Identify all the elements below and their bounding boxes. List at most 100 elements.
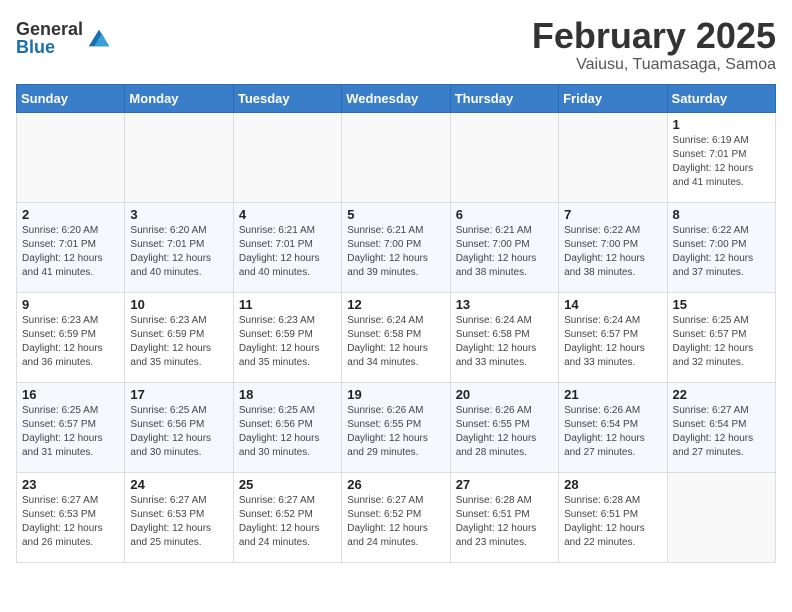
calendar-cell (17, 112, 125, 202)
day-info: Sunrise: 6:27 AM Sunset: 6:53 PM Dayligh… (130, 494, 227, 550)
calendar-cell: 4 Sunrise: 6:21 AM Sunset: 7:01 PM Daylig… (233, 202, 341, 292)
day-info: Sunrise: 6:26 AM Sunset: 6:55 PM Dayligh… (456, 404, 553, 460)
day-number: 13 (456, 297, 553, 312)
day-number: 17 (130, 387, 227, 402)
day-info: Sunrise: 6:24 AM Sunset: 6:58 PM Dayligh… (347, 314, 444, 370)
calendar-cell: 15 Sunrise: 6:25 AM Sunset: 6:57 PM Dayli… (667, 292, 775, 382)
day-info: Sunrise: 6:25 AM Sunset: 6:56 PM Dayligh… (130, 404, 227, 460)
calendar-cell: 11 Sunrise: 6:23 AM Sunset: 6:59 PM Dayli… (233, 292, 341, 382)
day-header-saturday: Saturday (667, 84, 775, 112)
day-number: 11 (239, 297, 336, 312)
day-info: Sunrise: 6:21 AM Sunset: 7:01 PM Dayligh… (239, 224, 336, 280)
day-number: 19 (347, 387, 444, 402)
day-number: 2 (22, 207, 119, 222)
day-info: Sunrise: 6:27 AM Sunset: 6:52 PM Dayligh… (239, 494, 336, 550)
logo-icon (85, 24, 113, 52)
day-info: Sunrise: 6:25 AM Sunset: 6:57 PM Dayligh… (22, 404, 119, 460)
calendar-cell: 19 Sunrise: 6:26 AM Sunset: 6:55 PM Dayli… (342, 382, 450, 472)
calendar-cell: 25 Sunrise: 6:27 AM Sunset: 6:52 PM Dayli… (233, 472, 341, 562)
calendar-cell: 28 Sunrise: 6:28 AM Sunset: 6:51 PM Dayli… (559, 472, 667, 562)
calendar-cell: 14 Sunrise: 6:24 AM Sunset: 6:57 PM Dayli… (559, 292, 667, 382)
day-info: Sunrise: 6:27 AM Sunset: 6:52 PM Dayligh… (347, 494, 444, 550)
calendar-cell: 3 Sunrise: 6:20 AM Sunset: 7:01 PM Daylig… (125, 202, 233, 292)
day-info: Sunrise: 6:20 AM Sunset: 7:01 PM Dayligh… (22, 224, 119, 280)
calendar-cell: 5 Sunrise: 6:21 AM Sunset: 7:00 PM Daylig… (342, 202, 450, 292)
day-info: Sunrise: 6:24 AM Sunset: 6:57 PM Dayligh… (564, 314, 661, 370)
day-number: 8 (673, 207, 770, 222)
calendar-cell: 21 Sunrise: 6:26 AM Sunset: 6:54 PM Dayli… (559, 382, 667, 472)
logo-general-text: General (16, 20, 83, 38)
day-number: 25 (239, 477, 336, 492)
day-number: 27 (456, 477, 553, 492)
day-number: 4 (239, 207, 336, 222)
calendar-cell: 27 Sunrise: 6:28 AM Sunset: 6:51 PM Dayli… (450, 472, 558, 562)
day-info: Sunrise: 6:27 AM Sunset: 6:53 PM Dayligh… (22, 494, 119, 550)
calendar-week-row: 23 Sunrise: 6:27 AM Sunset: 6:53 PM Dayli… (17, 472, 776, 562)
calendar-cell: 13Sunrise: 6:24 AM Sunset: 6:58 PM Dayli… (450, 292, 558, 382)
day-number: 15 (673, 297, 770, 312)
calendar-cell: 7Sunrise: 6:22 AM Sunset: 7:00 PM Daylig… (559, 202, 667, 292)
day-info: Sunrise: 6:26 AM Sunset: 6:54 PM Dayligh… (564, 404, 661, 460)
calendar-title: February 2025 (532, 16, 776, 56)
calendar-cell: 24 Sunrise: 6:27 AM Sunset: 6:53 PM Dayli… (125, 472, 233, 562)
day-number: 6 (456, 207, 553, 222)
day-number: 3 (130, 207, 227, 222)
calendar-cell (450, 112, 558, 202)
calendar-week-row: 16 Sunrise: 6:25 AM Sunset: 6:57 PM Dayli… (17, 382, 776, 472)
calendar-cell (342, 112, 450, 202)
day-number: 28 (564, 477, 661, 492)
day-number: 20 (456, 387, 553, 402)
day-header-tuesday: Tuesday (233, 84, 341, 112)
logo: General Blue (16, 20, 113, 56)
day-info: Sunrise: 6:28 AM Sunset: 6:51 PM Dayligh… (456, 494, 553, 550)
calendar-cell (667, 472, 775, 562)
day-number: 26 (347, 477, 444, 492)
calendar-cell: 22 Sunrise: 6:27 AM Sunset: 6:54 PM Dayli… (667, 382, 775, 472)
calendar-cell: 26 Sunrise: 6:27 AM Sunset: 6:52 PM Dayli… (342, 472, 450, 562)
calendar-week-row: 9 Sunrise: 6:23 AM Sunset: 6:59 PM Daylig… (17, 292, 776, 382)
day-info: Sunrise: 6:27 AM Sunset: 6:54 PM Dayligh… (673, 404, 770, 460)
day-number: 7 (564, 207, 661, 222)
day-number: 9 (22, 297, 119, 312)
calendar-table: SundayMondayTuesdayWednesdayThursdayFrid… (16, 84, 776, 563)
day-number: 23 (22, 477, 119, 492)
day-info: Sunrise: 6:23 AM Sunset: 6:59 PM Dayligh… (130, 314, 227, 370)
day-info: Sunrise: 6:25 AM Sunset: 6:56 PM Dayligh… (239, 404, 336, 460)
calendar-cell: 8 Sunrise: 6:22 AM Sunset: 7:00 PM Daylig… (667, 202, 775, 292)
calendar-cell (125, 112, 233, 202)
day-info: Sunrise: 6:20 AM Sunset: 7:01 PM Dayligh… (130, 224, 227, 280)
calendar-subtitle: Vaiusu, Tuamasaga, Samoa (532, 56, 776, 74)
day-number: 24 (130, 477, 227, 492)
calendar-cell: 12 Sunrise: 6:24 AM Sunset: 6:58 PM Dayli… (342, 292, 450, 382)
day-number: 5 (347, 207, 444, 222)
calendar-cell: 2 Sunrise: 6:20 AM Sunset: 7:01 PM Daylig… (17, 202, 125, 292)
day-number: 22 (673, 387, 770, 402)
day-header-wednesday: Wednesday (342, 84, 450, 112)
calendar-cell (233, 112, 341, 202)
day-number: 12 (347, 297, 444, 312)
calendar-cell: 23 Sunrise: 6:27 AM Sunset: 6:53 PM Dayli… (17, 472, 125, 562)
calendar-cell: 20 Sunrise: 6:26 AM Sunset: 6:55 PM Dayli… (450, 382, 558, 472)
day-header-thursday: Thursday (450, 84, 558, 112)
day-info: Sunrise: 6:26 AM Sunset: 6:55 PM Dayligh… (347, 404, 444, 460)
calendar-cell (559, 112, 667, 202)
day-info: Sunrise: 6:25 AM Sunset: 6:57 PM Dayligh… (673, 314, 770, 370)
day-number: 16 (22, 387, 119, 402)
day-number: 21 (564, 387, 661, 402)
calendar-cell: 17 Sunrise: 6:25 AM Sunset: 6:56 PM Dayli… (125, 382, 233, 472)
day-info: Sunrise: 6:28 AM Sunset: 6:51 PM Dayligh… (564, 494, 661, 550)
day-number: 1 (673, 117, 770, 132)
header: General Blue February 2025 Vaiusu, Tuama… (16, 16, 776, 74)
calendar-cell: 6Sunrise: 6:21 AM Sunset: 7:00 PM Daylig… (450, 202, 558, 292)
calendar-cell: 1Sunrise: 6:19 AM Sunset: 7:01 PM Daylig… (667, 112, 775, 202)
day-info: Sunrise: 6:22 AM Sunset: 7:00 PM Dayligh… (673, 224, 770, 280)
day-info: Sunrise: 6:21 AM Sunset: 7:00 PM Dayligh… (347, 224, 444, 280)
day-number: 18 (239, 387, 336, 402)
title-area: February 2025 Vaiusu, Tuamasaga, Samoa (532, 16, 776, 74)
calendar-header-row: SundayMondayTuesdayWednesdayThursdayFrid… (17, 84, 776, 112)
day-header-monday: Monday (125, 84, 233, 112)
day-header-friday: Friday (559, 84, 667, 112)
day-info: Sunrise: 6:23 AM Sunset: 6:59 PM Dayligh… (239, 314, 336, 370)
day-number: 14 (564, 297, 661, 312)
calendar-week-row: 1Sunrise: 6:19 AM Sunset: 7:01 PM Daylig… (17, 112, 776, 202)
